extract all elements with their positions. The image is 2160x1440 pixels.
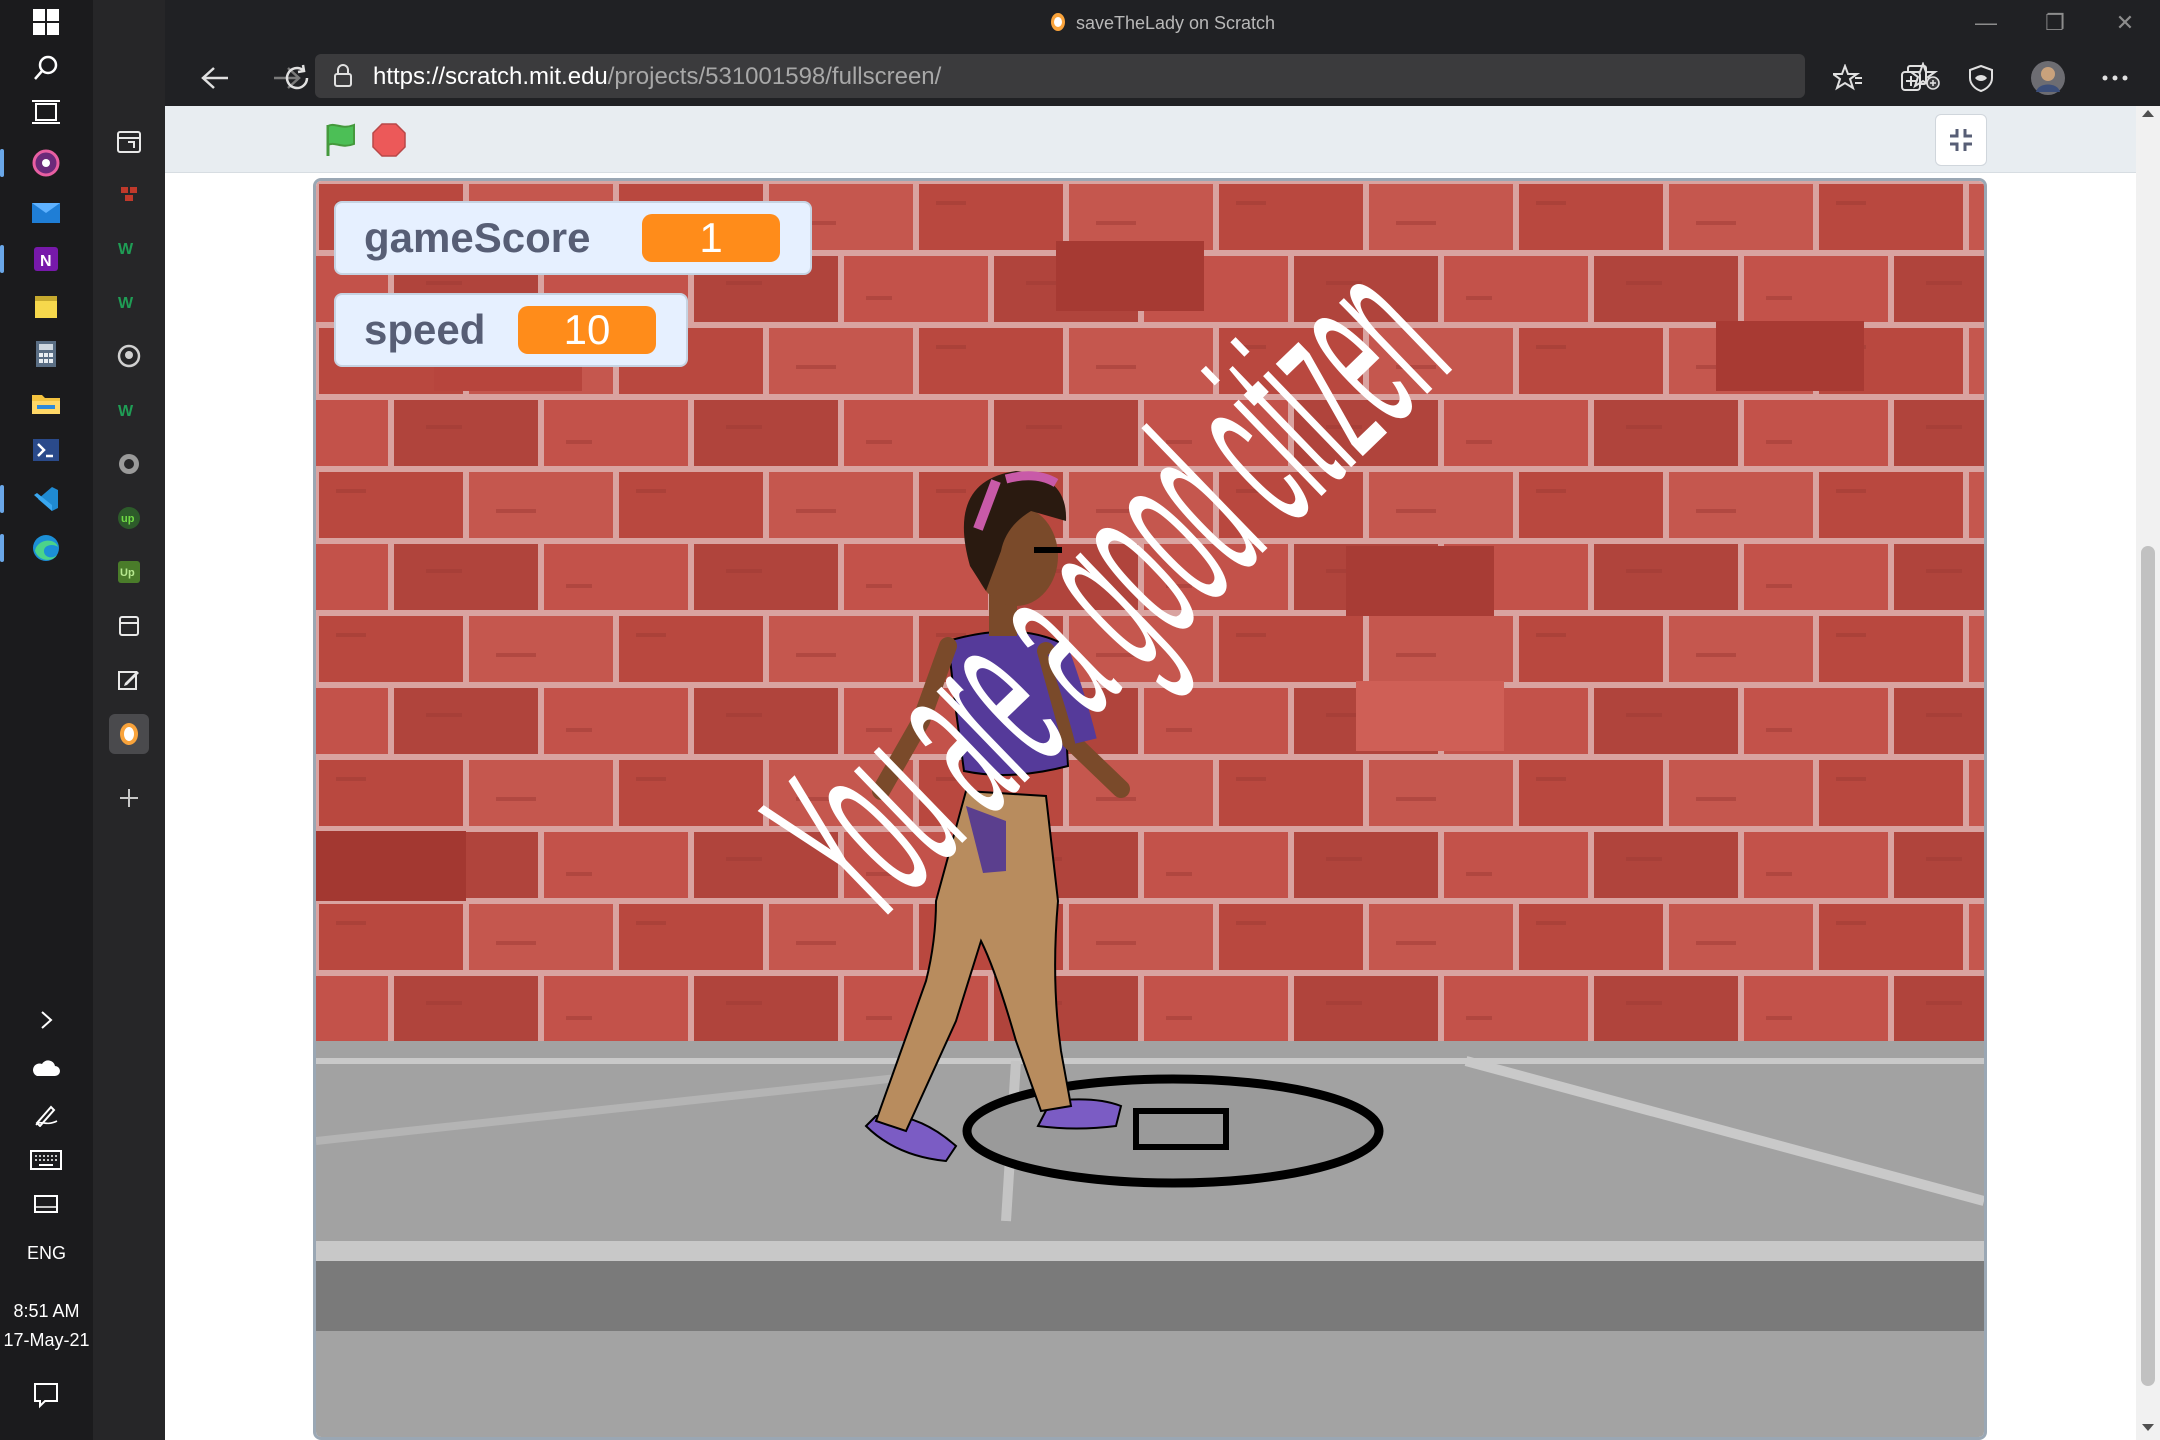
url-path: /projects/531001598/fullscreen/ [607, 63, 942, 90]
page-scrollbar[interactable] [2136, 106, 2160, 1440]
windows-taskbar: N ENG 8:51 AM 17-May-21 [0, 0, 93, 1440]
tab-upwork-icon[interactable]: Up [109, 552, 149, 592]
monitor-label: speed [364, 306, 486, 353]
input-language-indicator[interactable]: ENG [0, 1243, 93, 1264]
search-icon[interactable] [26, 48, 66, 88]
url-text[interactable]: https://scratch.mit.edu/projects/5310015… [373, 63, 941, 91]
scratch-stage[interactable]: You are a good citizen gameScore 1 speed… [313, 178, 1987, 1440]
clock-time[interactable]: 8:51 AM [0, 1301, 93, 1322]
tab-favicon-icon[interactable] [109, 444, 149, 484]
window-title-text: saveTheLady on Scratch [1075, 13, 1276, 33]
onenote-icon[interactable]: N [26, 239, 66, 279]
media-player-icon[interactable] [26, 143, 66, 183]
tab-favicon-icon[interactable]: W [109, 390, 149, 430]
stage-backdrop: You are a good citizen [316, 181, 1984, 1437]
tab-github-icon[interactable] [109, 336, 149, 376]
tab-upwork-icon[interactable]: up [109, 498, 149, 538]
tab-actions-menu-icon[interactable] [109, 122, 149, 162]
favorites-button[interactable] [1828, 58, 1868, 98]
restore-button[interactable]: ❐ [2035, 10, 2075, 36]
browser-essentials-button[interactable] [1961, 58, 2001, 98]
svg-text:Up: Up [120, 567, 135, 579]
svg-text:W: W [118, 241, 134, 257]
svg-text:N: N [40, 253, 52, 270]
close-button[interactable]: ✕ [2105, 10, 2145, 36]
browser-toolbar: https://scratch.mit.edu/projects/5310015… [165, 48, 2160, 106]
tab-favicon-icon[interactable]: W [109, 282, 149, 322]
svg-text:up: up [121, 513, 135, 525]
touch-keyboard-icon[interactable] [26, 1140, 66, 1180]
stop-button[interactable] [369, 120, 409, 160]
clock-date[interactable]: 17-May-21 [0, 1330, 93, 1351]
variable-monitor-gamescore[interactable]: gameScore 1 [334, 201, 812, 275]
monitor-value: 10 [518, 306, 656, 354]
svg-text:W: W [118, 295, 134, 311]
onedrive-cloud-icon[interactable] [26, 1048, 66, 1088]
tab-scratch-active-icon[interactable] [109, 714, 149, 754]
task-view-icon[interactable] [26, 92, 66, 132]
powershell-icon[interactable] [26, 430, 66, 470]
show-hidden-icons-chevron-icon[interactable] [26, 1000, 66, 1040]
url-host: https://scratch.mit.edu [373, 63, 608, 90]
tab-favicon-icon[interactable] [109, 606, 149, 646]
scroll-down-arrow-icon[interactable] [2142, 1424, 2154, 1431]
collections-button[interactable] [1895, 58, 1935, 98]
pen-workspace-icon[interactable] [26, 1094, 66, 1134]
new-tab-plus-icon[interactable] [109, 778, 149, 818]
tab-favicon-icon[interactable]: W [109, 228, 149, 268]
scroll-up-arrow-icon[interactable] [2142, 110, 2154, 117]
profile-avatar[interactable] [2028, 58, 2068, 98]
mail-icon[interactable] [26, 192, 66, 232]
page-content: You are a good citizen gameScore 1 speed… [165, 106, 2160, 1440]
window-title: saveTheLady on Scratch [165, 12, 2160, 37]
minimize-button[interactable]: — [1966, 10, 2006, 36]
tab-favicon-icon[interactable] [109, 174, 149, 214]
manhole-cover [962, 1074, 1384, 1188]
variable-monitor-speed[interactable]: speed 10 [334, 293, 688, 367]
display-icon[interactable] [26, 1185, 66, 1225]
monitor-label: gameScore [364, 214, 591, 261]
settings-more-button[interactable] [2095, 58, 2135, 98]
tab-edit-icon[interactable] [109, 660, 149, 700]
vertical-tab-strip: W W W up Up [93, 0, 165, 1440]
notification-center-icon[interactable] [26, 1375, 66, 1415]
sticky-notes-icon[interactable] [26, 287, 66, 327]
scratch-fullscreen-controls [165, 106, 2136, 173]
file-explorer-icon[interactable] [26, 383, 66, 423]
exit-fullscreen-button[interactable] [1935, 114, 1987, 166]
green-flag-button[interactable] [321, 120, 361, 160]
edge-browser-icon[interactable] [26, 528, 66, 568]
svg-text:W: W [118, 403, 134, 419]
vscode-icon[interactable] [26, 479, 66, 519]
scratch-favicon-icon [1050, 12, 1066, 37]
lock-icon[interactable] [333, 64, 353, 93]
start-windows-icon[interactable] [26, 2, 66, 42]
calculator-icon[interactable] [26, 334, 66, 374]
browser-title-bar: saveTheLady on Scratch — ❐ ✕ [165, 0, 2160, 48]
monitor-value: 1 [642, 214, 780, 262]
scrollbar-thumb[interactable] [2141, 546, 2155, 1386]
address-bar[interactable]: https://scratch.mit.edu/projects/5310015… [315, 54, 1940, 98]
